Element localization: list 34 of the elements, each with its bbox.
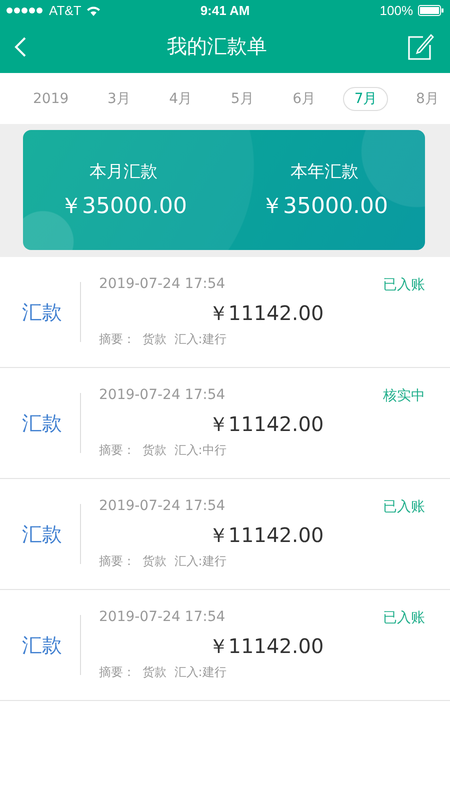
record-note: 摘要： 货款 汇入:建行 <box>99 553 228 570</box>
summary-label: 本月汇款 <box>90 160 158 182</box>
record-type: 汇款 <box>21 520 63 548</box>
record-type: 汇款 <box>21 298 63 326</box>
battery-icon <box>418 4 444 16</box>
record-type: 汇款 <box>21 410 63 436</box>
record-amount: ￥11142.00 <box>208 633 324 660</box>
record-time: 2019-07-24 17:54 <box>99 276 226 294</box>
carrier-name: AT&T <box>49 2 82 18</box>
record-amount: ￥11142.00 <box>208 411 324 438</box>
summary-amount: ￥35000.00 <box>261 192 388 220</box>
summary-amount: ￥35000.00 <box>60 192 187 220</box>
record-note: 摘要： 货款 汇入:建行 <box>99 664 228 681</box>
record-status: 核实中 <box>383 387 425 405</box>
record-status: 已入账 <box>383 498 425 516</box>
record-note: 摘要： 货款 汇入:中行 <box>99 442 228 459</box>
edit-icon[interactable] <box>408 33 434 60</box>
status-time: 9:41 AM <box>200 2 250 18</box>
month-tab[interactable]: 7月 <box>343 86 388 110</box>
battery-percent: 100% <box>380 2 413 18</box>
summary-label: 本年汇款 <box>290 160 358 182</box>
back-icon[interactable] <box>14 36 26 56</box>
record-time: 2019-07-24 17:54 <box>99 609 226 627</box>
record-amount: ￥11142.00 <box>208 300 324 327</box>
record-amount: ￥11142.00 <box>208 522 324 549</box>
record-status: 已入账 <box>383 609 425 627</box>
wifi-icon <box>86 4 102 16</box>
signal-icon <box>6 6 44 14</box>
page-title: 我的汇款单 <box>167 33 267 60</box>
record-type: 汇款 <box>21 632 63 658</box>
record-time: 2019-07-24 17:54 <box>99 498 226 516</box>
record-note: 摘要： 货款 汇入:建行 <box>99 331 228 348</box>
record-status: 已入账 <box>383 276 425 294</box>
record-time: 2019-07-24 17:54 <box>99 387 226 405</box>
